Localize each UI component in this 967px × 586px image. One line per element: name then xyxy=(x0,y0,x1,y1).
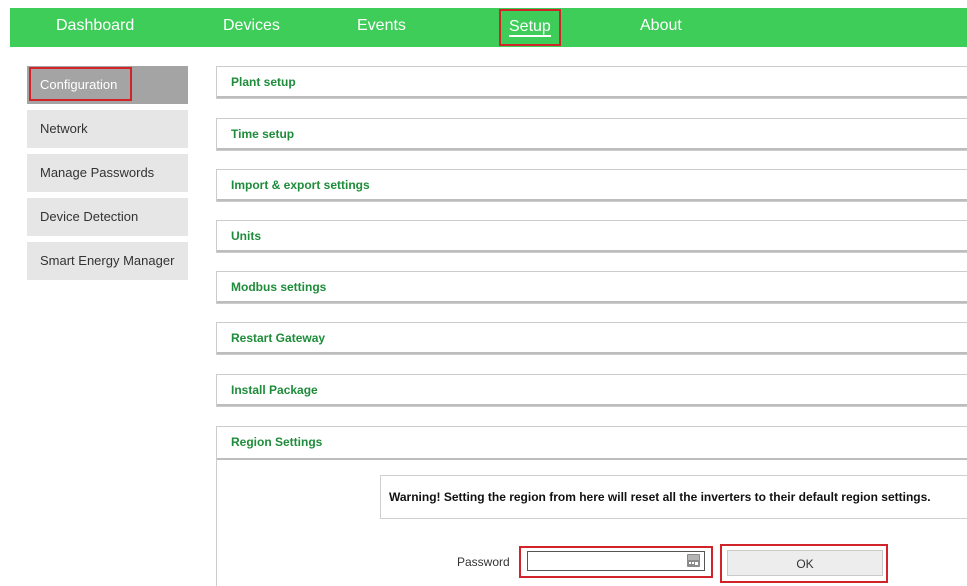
panel-install-package[interactable]: Install Package xyxy=(216,374,967,407)
panel-divider xyxy=(217,148,967,150)
nav-about[interactable]: About xyxy=(640,8,682,47)
sidebar-item-label: Configuration xyxy=(40,77,118,92)
panel-title: Install Package xyxy=(231,383,318,397)
panel-units[interactable]: Units xyxy=(216,220,967,253)
warning-message: Warning! Setting the region from here wi… xyxy=(380,475,967,519)
nav-dashboard[interactable]: Dashboard xyxy=(56,8,134,47)
panel-region-settings: Region Settings Warning! Setting the reg… xyxy=(216,426,967,586)
sidebar-item-configuration[interactable]: Configuration xyxy=(27,66,188,104)
sidebar-item-smart-energy-manager[interactable]: Smart Energy Manager xyxy=(27,242,188,280)
top-nav-bar: Dashboard Devices Events Setup About xyxy=(10,8,967,47)
nav-setup[interactable]: Setup xyxy=(499,9,561,46)
key-icon[interactable] xyxy=(687,554,700,567)
panel-title: Region Settings xyxy=(231,435,323,449)
sidebar-item-network[interactable]: Network xyxy=(27,110,188,148)
panel-divider xyxy=(217,199,967,201)
panel-plant-setup[interactable]: Plant setup xyxy=(216,66,967,99)
panel-modbus-settings[interactable]: Modbus settings xyxy=(216,271,967,304)
ok-button[interactable]: OK xyxy=(727,550,883,576)
panel-divider xyxy=(217,96,967,98)
sidebar-item-manage-passwords[interactable]: Manage Passwords xyxy=(27,154,188,192)
sidebar-item-device-detection[interactable]: Device Detection xyxy=(27,198,188,236)
nav-events[interactable]: Events xyxy=(357,8,406,47)
panel-title: Import & export settings xyxy=(231,178,370,192)
panel-restart-gateway[interactable]: Restart Gateway xyxy=(216,322,967,355)
panel-divider xyxy=(217,352,967,354)
panel-divider xyxy=(217,404,967,406)
password-input[interactable] xyxy=(527,551,705,571)
nav-setup-underline xyxy=(509,35,551,37)
password-label: Password xyxy=(457,555,510,569)
panel-divider xyxy=(217,458,967,460)
panel-title: Time setup xyxy=(231,127,295,141)
panel-title: Restart Gateway xyxy=(231,331,326,345)
panel-divider xyxy=(217,250,967,252)
sidebar: Configuration Network Manage Passwords D… xyxy=(27,66,188,286)
panel-import-export-settings[interactable]: Import & export settings xyxy=(216,169,967,202)
panel-region-settings-header[interactable]: Region Settings xyxy=(217,427,967,460)
panel-time-setup[interactable]: Time setup xyxy=(216,118,967,151)
panel-divider xyxy=(217,301,967,303)
panel-title: Modbus settings xyxy=(231,280,327,294)
nav-setup-label: Setup xyxy=(509,18,551,35)
nav-devices[interactable]: Devices xyxy=(223,8,280,47)
panel-title: Units xyxy=(231,229,261,243)
panel-title: Plant setup xyxy=(231,75,296,89)
